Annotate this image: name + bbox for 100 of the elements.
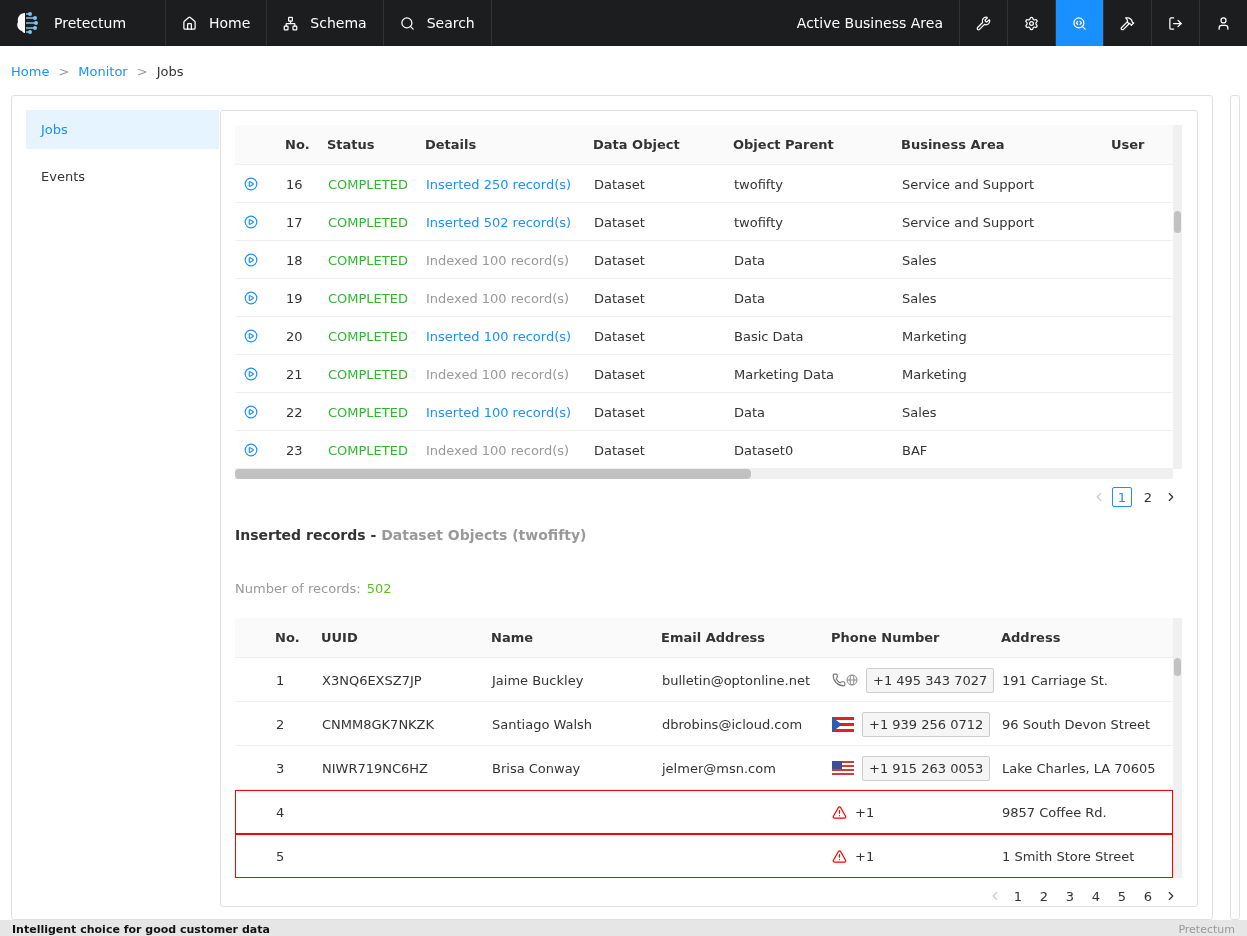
table-cell-text: Dataset [594,289,646,308]
expand-row-icon[interactable] [244,443,258,457]
details-cell-text: Indexed 100 record(s) [426,441,571,460]
table-cell-text: BAF [902,441,929,460]
table-cell-text: bulletin@optonline.net [662,671,812,690]
scrollbar[interactable] [1173,618,1182,878]
breadcrumb-separator: > [136,64,148,79]
table-cell-text: Basic Data [734,327,805,346]
expand-row-icon[interactable] [244,329,258,343]
footer-tagline: Intelligent choice for good customer data [12,924,270,936]
table-cell-text: 18 [286,251,304,270]
table-cell-text: Santiago Walsh [492,715,594,734]
table-cell-text: Service and Support [902,213,1036,232]
status-cell-text: COMPLETED [328,251,409,270]
status-cell-text: COMPLETED [328,403,409,422]
table-cell-text: Marketing [902,327,968,346]
table-cell-text: Data [734,251,767,270]
column-header: Data Object [593,136,681,154]
table-cell-text: dbrobins@icloud.com [662,715,804,734]
warning-icon [832,848,847,864]
search-icon [1072,15,1087,31]
phone-globe-icon [832,673,858,687]
table-cell-text: CNMM8GK7NKZK [322,715,436,734]
column-header: No. [285,136,311,154]
expand-row-icon[interactable] [244,177,258,191]
status-cell-text: COMPLETED [328,175,409,194]
column-header: Address [1001,629,1062,647]
column-header: Details [425,136,478,154]
table-cell-text: Data [734,289,767,308]
expand-row-icon[interactable] [244,405,258,419]
settings-icon [1024,15,1039,31]
expand-row-icon[interactable] [244,253,258,267]
column-header: Email Address [661,629,766,647]
scrollbar[interactable] [1173,125,1182,469]
column-header: UUID [321,629,359,647]
table-cell-text: Brisa Conway [492,759,582,778]
table-cell-text: 17 [286,213,304,232]
phone-field[interactable]: +1 495 343 7027 [866,667,995,693]
table-cell-text: Dataset [594,365,646,384]
table-cell-text: twofifty [734,213,784,232]
user-icon [1216,15,1231,31]
column-header: Status [327,136,376,154]
status-cell-text: COMPLETED [328,365,409,384]
nav-item[interactable]: Home [166,0,268,46]
table-cell-text: 20 [286,327,304,346]
section-title: Inserted records - Dataset Objects (twofifty) [235,527,587,543]
table-cell-text: Marketing Data [734,365,835,384]
table-cell-text: Sales [902,289,938,308]
details-cell-text: Indexed 100 record(s) [426,251,571,270]
phone-field[interactable]: +1 915 263 0053 [862,755,991,781]
details-cell-text: Indexed 100 record(s) [426,365,571,384]
table-cell-text: NIWR719NC6HZ [322,759,429,778]
table-cell-text: 96 South Devon Street [1002,715,1152,734]
brain-logo-icon [14,10,40,36]
status-cell-text: COMPLETED [328,327,409,346]
table-cell-text: Data [734,403,767,422]
table-cell-text: Dataset [594,251,646,270]
table-cell-text: 1 [276,671,286,690]
toolbar-button[interactable] [1055,0,1103,46]
sidebar-item[interactable]: Events [26,157,219,196]
table-cell-text: X3NQ6EXSZ7JP [322,671,423,690]
phone-field[interactable]: +1 939 256 0712 [862,711,991,737]
hierarchy-icon [283,15,299,31]
column-header: User [1111,136,1146,154]
table-cell-text: Dataset [594,213,646,232]
footer-brand: Pretectum [1178,924,1235,936]
table-cell-text: 23 [286,441,304,460]
nav-item[interactable]: Search [383,0,492,46]
flag-icon [832,760,854,776]
table-cell-text: Dataset [594,175,646,194]
status-cell-text: COMPLETED [328,213,409,232]
nav-item[interactable]: Schema [267,0,384,46]
table-cell-text: jelmer@msn.com [662,759,777,778]
expand-row-icon[interactable] [244,291,258,305]
column-header: Object Parent [733,136,835,154]
table-cell-text: Dataset0 [734,441,795,460]
table-cell-text: 1 Smith Store Street [1002,847,1136,866]
status-cell-text: COMPLETED [328,289,409,308]
column-header: Phone Number [831,629,941,647]
active-business-area: Active Business Area [796,15,959,31]
phone-value: +1 [855,804,875,820]
horizontal-scrollbar[interactable] [235,469,1173,479]
table-cell-text: Sales [902,403,938,422]
column-header: Business Area [901,136,1006,154]
expand-row-icon[interactable] [244,367,258,381]
details-cell-text: Indexed 100 record(s) [426,289,571,308]
phone-value: +1 [855,848,875,864]
table-cell-text: 22 [286,403,304,422]
hammer-icon [1120,15,1135,31]
table-cell-text: Marketing [902,365,968,384]
expand-row-icon[interactable] [244,215,258,229]
table-cell-text: 3 [276,759,286,778]
table-cell-text: 5 [276,847,286,866]
breadcrumb-current[interactable]: Jobs [156,64,184,79]
breadcrumb-separator: > [58,64,70,79]
table-cell-text: 9857 Coffee Rd. [1002,803,1108,822]
record-count-label: Number of records: [235,581,361,596]
table-cell-text: 4 [276,803,286,822]
table-cell-text: Dataset [594,441,646,460]
column-header: Name [491,629,534,647]
